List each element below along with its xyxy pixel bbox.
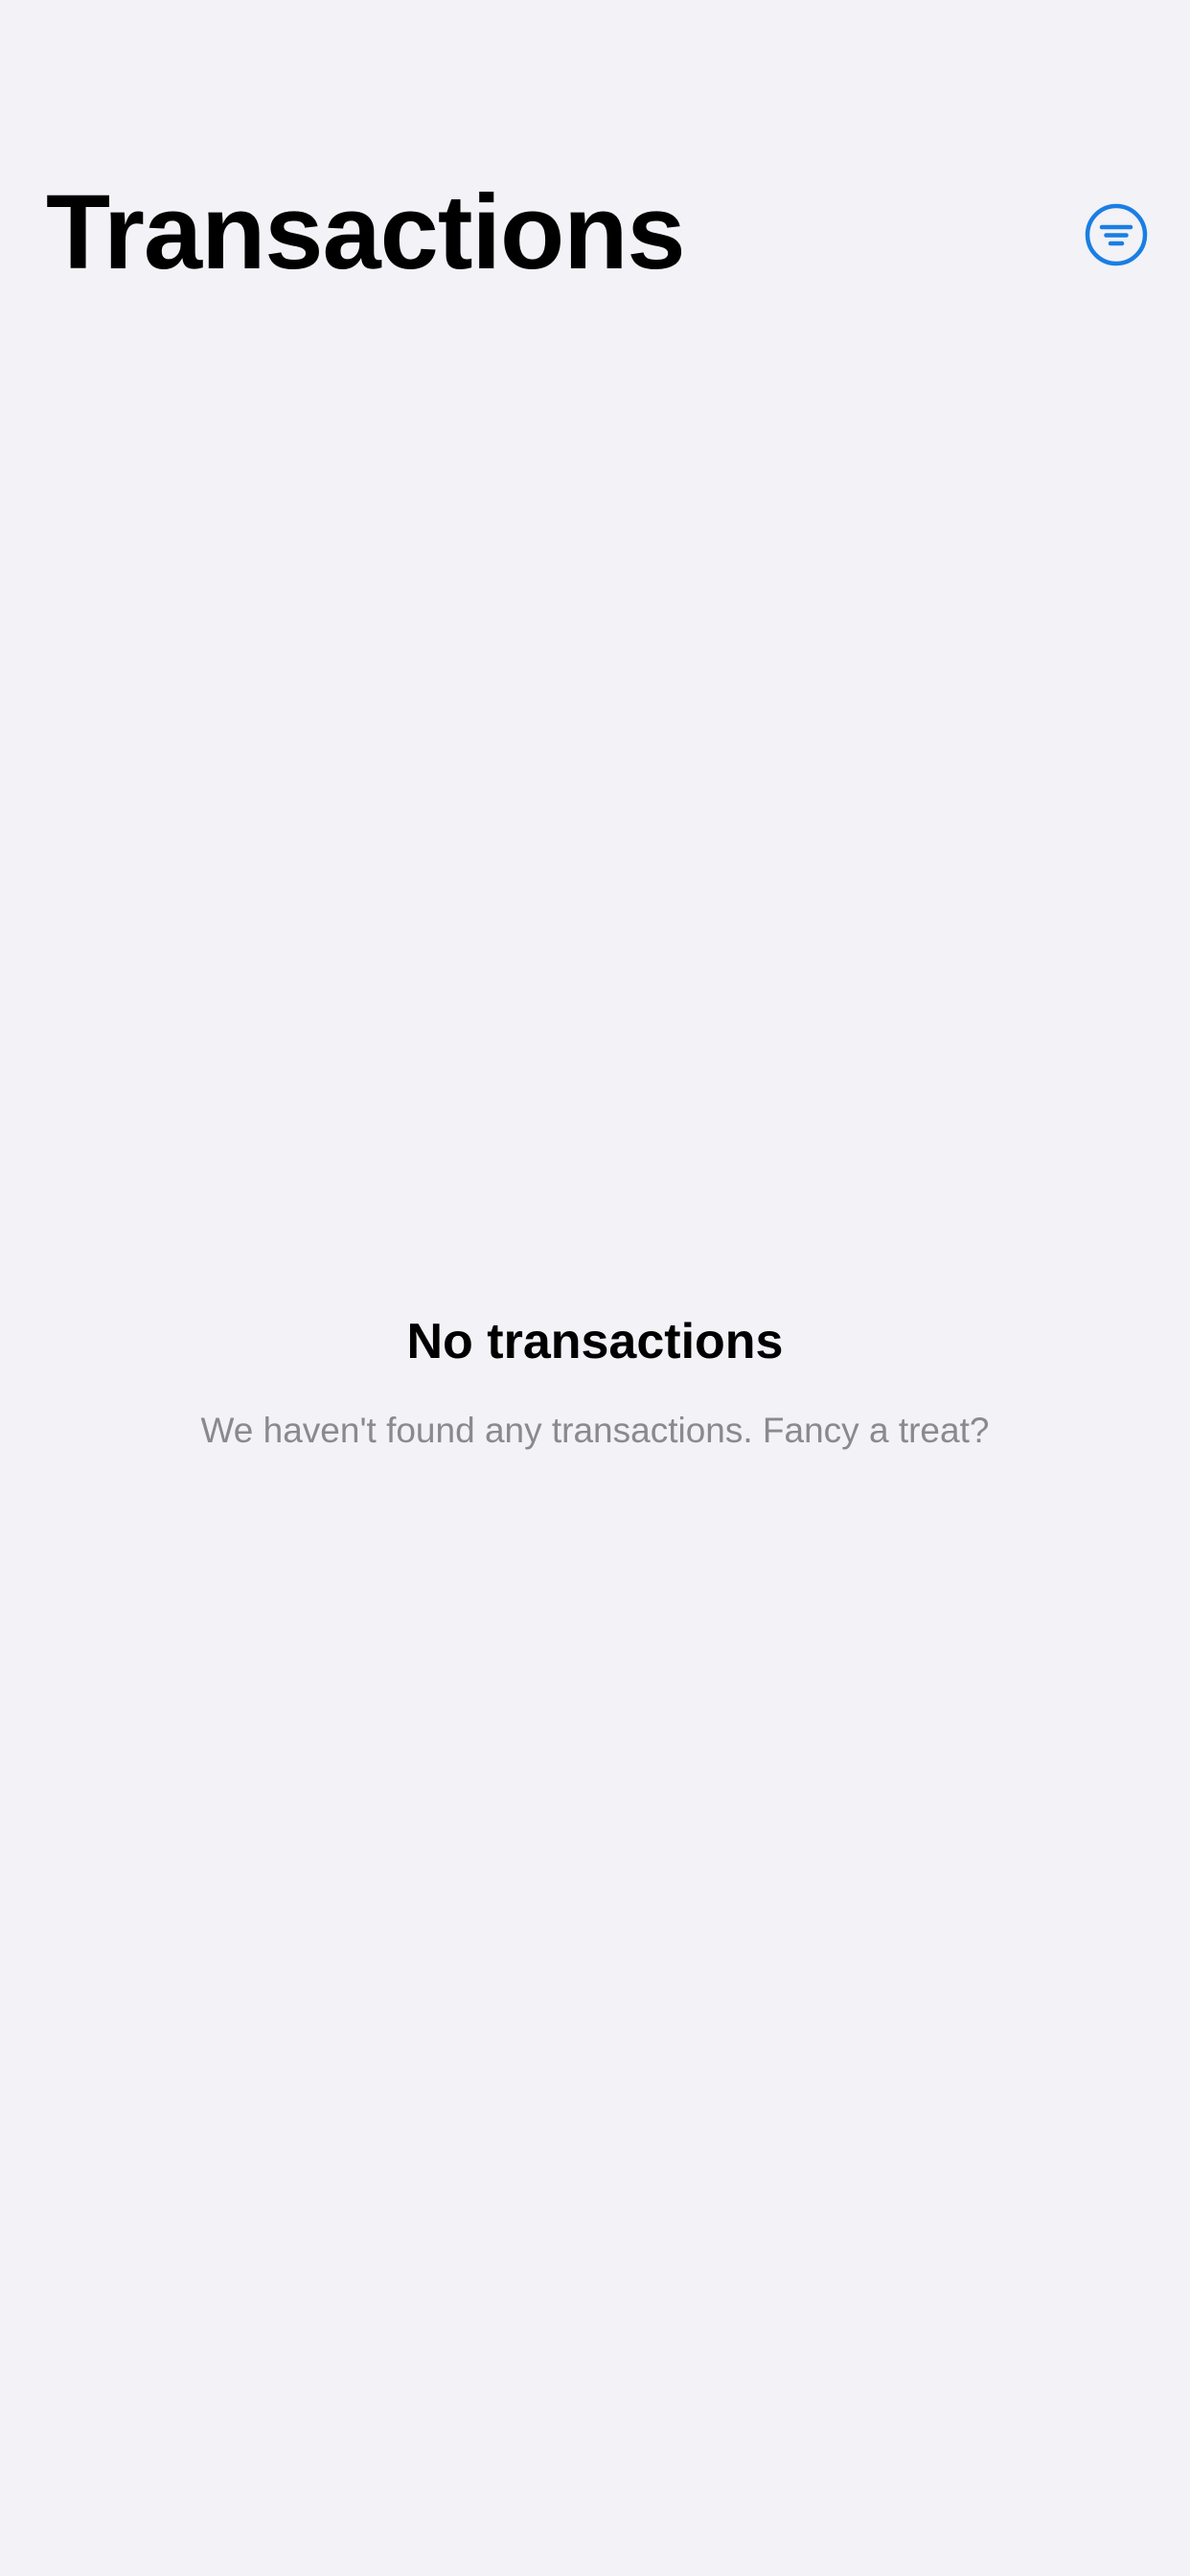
filter-button[interactable] xyxy=(1083,201,1150,268)
empty-state-title: No transactions xyxy=(406,1314,784,1369)
filter-circle-icon xyxy=(1083,201,1150,268)
transactions-screen: Transactions No transactions We haven't … xyxy=(0,0,1190,2576)
empty-state-subtitle: We haven't found any transactions. Fancy… xyxy=(200,1411,990,1450)
page-title: Transactions xyxy=(46,173,686,291)
empty-state: No transactions We haven't found any tra… xyxy=(0,1303,1190,1455)
